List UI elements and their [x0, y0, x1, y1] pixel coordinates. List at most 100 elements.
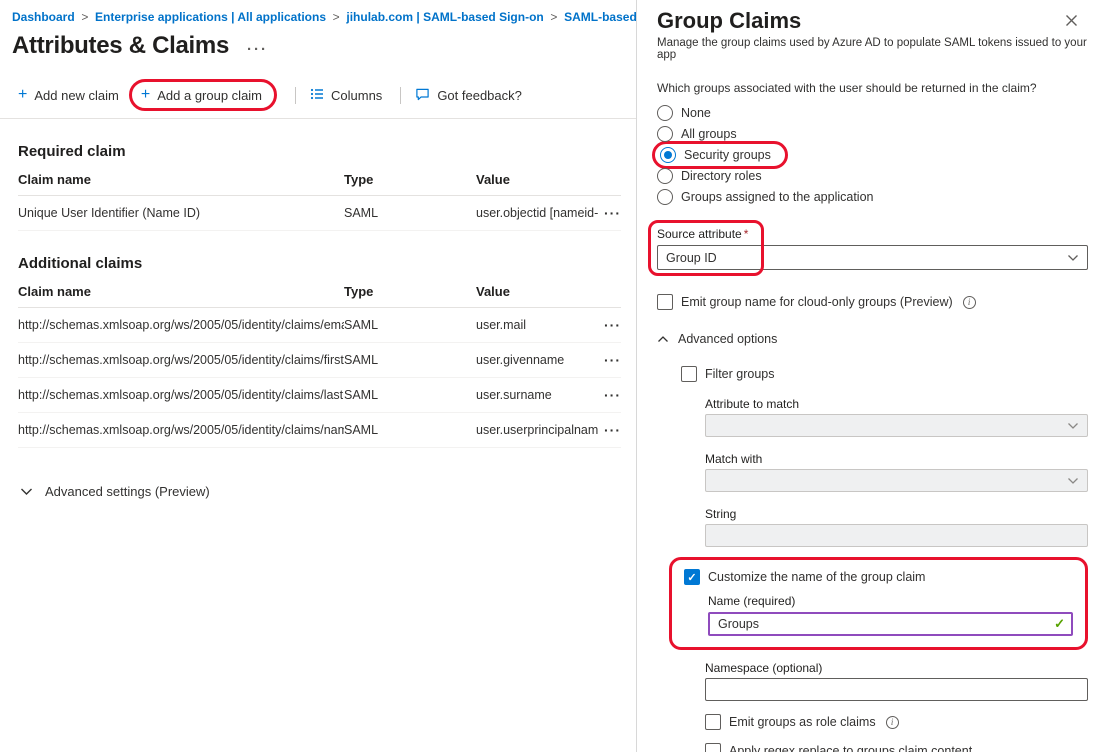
add-new-claim-button[interactable]: + Add new claim [18, 87, 119, 103]
regex-replace-checkbox-row[interactable]: Apply regex replace to groups claim cont… [705, 743, 1088, 752]
row-menu-button[interactable] [598, 343, 621, 378]
claim-name-cell[interactable]: http://schemas.xmlsoap.org/ws/2005/05/id… [18, 413, 344, 448]
filter-groups-checkbox[interactable] [681, 366, 697, 382]
row-menu-button[interactable] [598, 378, 621, 413]
row-menu-button[interactable] [598, 308, 621, 343]
column-header-value: Value [476, 274, 598, 308]
toolbar-divider [400, 87, 401, 104]
radio-button[interactable] [657, 126, 673, 142]
checkbox-label[interactable]: Filter groups [705, 367, 774, 381]
column-header-claim-name: Claim name [18, 162, 344, 196]
filter-groups-checkbox-row[interactable]: Filter groups [681, 366, 1088, 382]
attribute-to-match-field: Attribute to match [705, 397, 1088, 437]
table-row[interactable]: Unique User Identifier (Name ID) SAML us… [18, 196, 621, 231]
radio-button[interactable] [657, 189, 673, 205]
attribute-to-match-select[interactable] [705, 414, 1088, 437]
radio-label[interactable]: Directory roles [681, 169, 762, 183]
close-icon[interactable] [1063, 12, 1080, 32]
annotation-add-group-claim: + Add a group claim [129, 79, 277, 111]
additional-claims-table: Claim name Type Value http://schemas.xml… [18, 274, 621, 448]
radio-button[interactable] [660, 147, 676, 163]
breadcrumb-enterprise-applications[interactable]: Enterprise applications | All applicatio… [95, 10, 343, 24]
checkbox-label[interactable]: Apply regex replace to groups claim cont… [729, 744, 972, 752]
toolbar-divider-line [0, 118, 636, 119]
more-options-button[interactable] [247, 35, 268, 58]
namespace-label: Namespace (optional) [705, 661, 1088, 675]
row-menu-button[interactable] [598, 196, 621, 231]
emit-group-name-checkbox-row[interactable]: Emit group name for cloud-only groups (P… [657, 294, 1088, 310]
columns-icon [310, 87, 324, 104]
claim-name-cell[interactable]: http://schemas.xmlsoap.org/ws/2005/05/id… [18, 308, 344, 343]
customize-name-checkbox-row[interactable]: Customize the name of the group claim [684, 569, 1073, 585]
radio-label[interactable]: None [681, 106, 711, 120]
add-group-claim-button[interactable]: + Add a group claim [141, 87, 262, 103]
command-bar: + Add new claim + Add a group claim Colu… [0, 78, 636, 112]
emit-roles-checkbox-row[interactable]: Emit groups as role claims [705, 714, 1088, 730]
table-row[interactable]: http://schemas.xmlsoap.org/ws/2005/05/id… [18, 378, 621, 413]
table-row[interactable]: http://schemas.xmlsoap.org/ws/2005/05/id… [18, 413, 621, 448]
checkbox-label[interactable]: Emit groups as role claims [729, 715, 876, 729]
breadcrumb-saml-sign-on[interactable]: SAML-based Sign-on [564, 10, 636, 24]
customize-name-checkbox[interactable] [684, 569, 700, 585]
info-icon[interactable] [886, 716, 899, 729]
add-group-claim-label: Add a group claim [157, 88, 262, 103]
radio-label[interactable]: Groups assigned to the application [681, 190, 874, 204]
radio-label[interactable]: All groups [681, 127, 737, 141]
annotation-customize-group-claim: Customize the name of the group claim Na… [669, 557, 1088, 650]
advanced-settings-expander[interactable]: Advanced settings (Preview) [20, 484, 636, 499]
string-input[interactable] [705, 524, 1088, 547]
claim-name-cell[interactable]: Unique User Identifier (Name ID) [18, 196, 344, 231]
emit-roles-checkbox[interactable] [705, 714, 721, 730]
breadcrumb-jihulab-saml[interactable]: jihulab.com | SAML-based Sign-on [346, 10, 560, 24]
radio-option-groups-assigned[interactable]: Groups assigned to the application [657, 187, 1088, 207]
claim-type-cell: SAML [344, 308, 476, 343]
required-claim-heading: Required claim [18, 143, 620, 160]
breadcrumb: Dashboard Enterprise applications | All … [0, 6, 636, 24]
annotation-security-groups: Security groups [652, 141, 788, 169]
chevron-down-icon [1067, 251, 1079, 265]
info-icon[interactable] [963, 296, 976, 309]
breadcrumb-dashboard[interactable]: Dashboard [12, 10, 92, 24]
claim-name-cell[interactable]: http://schemas.xmlsoap.org/ws/2005/05/id… [18, 343, 344, 378]
advanced-options-expander[interactable]: Advanced options [657, 332, 1088, 346]
checkbox-label[interactable]: Emit group name for cloud-only groups (P… [681, 295, 953, 309]
claim-name-cell[interactable]: http://schemas.xmlsoap.org/ws/2005/05/id… [18, 378, 344, 413]
regex-replace-checkbox[interactable] [705, 743, 721, 752]
string-field: String [705, 507, 1088, 547]
name-input[interactable] [708, 612, 1073, 636]
table-row[interactable]: http://schemas.xmlsoap.org/ws/2005/05/id… [18, 343, 621, 378]
got-feedback-button[interactable]: Got feedback? [415, 87, 522, 104]
radio-label[interactable]: Security groups [684, 148, 771, 162]
column-header-menu [598, 162, 621, 196]
radio-button[interactable] [657, 168, 673, 184]
group-claims-question: Which groups associated with the user sh… [657, 81, 1088, 95]
namespace-input[interactable] [705, 678, 1088, 701]
table-row[interactable]: http://schemas.xmlsoap.org/ws/2005/05/id… [18, 308, 621, 343]
page-title: Attributes & Claims [12, 32, 229, 60]
advanced-settings-label: Advanced settings (Preview) [45, 484, 210, 499]
add-new-claim-label: Add new claim [34, 88, 119, 103]
chevron-up-icon [657, 332, 669, 346]
attribute-to-match-label: Attribute to match [705, 397, 1088, 411]
column-header-claim-name: Claim name [18, 274, 344, 308]
chevron-down-icon [20, 484, 33, 499]
emit-group-name-checkbox[interactable] [657, 294, 673, 310]
source-attribute-select[interactable]: Group ID [657, 245, 1088, 270]
additional-claims-section: Additional claims Claim name Type Value … [0, 255, 636, 448]
panel-title: Group Claims [657, 8, 1088, 34]
columns-button[interactable]: Columns [310, 87, 382, 104]
radio-option-none[interactable]: None [657, 103, 1088, 123]
plus-icon: + [18, 87, 27, 103]
radio-option-directory-roles[interactable]: Directory roles [657, 166, 1088, 186]
checkbox-label[interactable]: Customize the name of the group claim [708, 570, 925, 584]
match-with-select[interactable] [705, 469, 1088, 492]
source-attribute-field: Source attribute* Group ID [657, 227, 1088, 270]
radio-button[interactable] [657, 105, 673, 121]
row-menu-button[interactable] [598, 413, 621, 448]
toolbar-divider [295, 87, 296, 104]
string-label: String [705, 507, 1088, 521]
claim-value-cell: user.mail [476, 308, 598, 343]
group-claims-panel: Group Claims Manage the group claims use… [637, 0, 1098, 752]
radio-option-security-groups[interactable]: Security groups [657, 145, 1088, 165]
match-with-label: Match with [705, 452, 1088, 466]
